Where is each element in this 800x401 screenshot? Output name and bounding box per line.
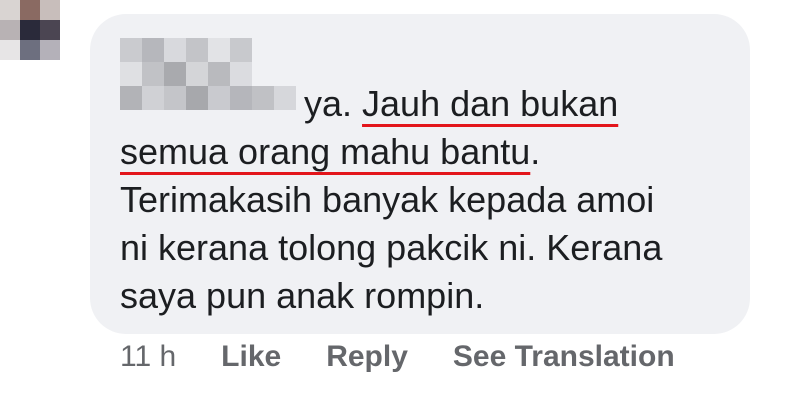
comment-line-5: saya pun anak rompin. <box>120 275 485 316</box>
reply-button[interactable]: Reply <box>326 340 408 374</box>
comment-line-3: Terimakasih banyak kepada amoi <box>120 179 655 220</box>
comment-line-1: ya. Jauh dan bukan <box>120 80 730 128</box>
comment-actions: 11 h Like Reply See Translation <box>120 340 720 374</box>
comment-body: ya. Jauh dan bukan semua orang mahu bant… <box>120 80 730 320</box>
comment-line-2: semua orang mahu bantu. <box>120 128 730 176</box>
comment-text-plain: . <box>530 131 541 172</box>
underlined-phrase: Jauh dan bukan <box>362 83 619 124</box>
see-translation-button[interactable]: See Translation <box>453 340 675 374</box>
avatar[interactable] <box>0 0 80 80</box>
comment-line-4: ni kerana tolong pakcik ni. Kerana <box>120 227 663 268</box>
underlined-phrase: semua orang mahu bantu <box>120 131 531 172</box>
timestamp[interactable]: 11 h <box>120 340 176 374</box>
comment-text-plain: ya. <box>304 83 363 124</box>
like-button[interactable]: Like <box>221 340 281 374</box>
